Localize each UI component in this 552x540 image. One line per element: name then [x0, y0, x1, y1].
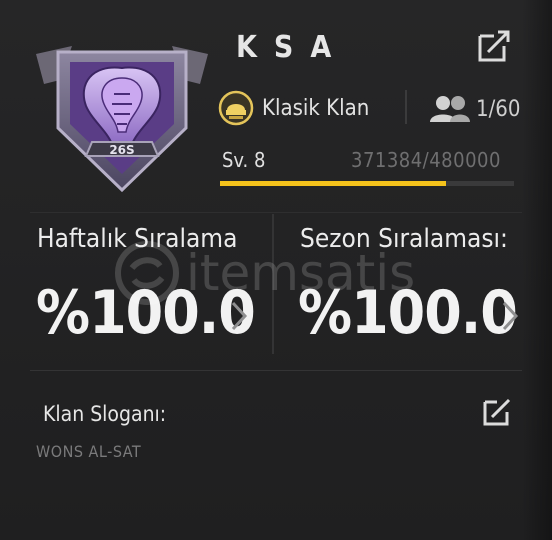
edit-clan-button[interactable]	[474, 28, 512, 66]
watermark-logo-icon	[115, 241, 179, 305]
watermark-text: itemsatis	[186, 244, 416, 302]
header-divider	[405, 90, 407, 124]
xp-progress-bar	[220, 181, 514, 186]
slogan-title: Klan Sloganı:	[43, 402, 167, 426]
clan-name: KSA	[236, 30, 349, 65]
clan-members: 1/60	[428, 92, 520, 126]
clan-type: Klasik Klan	[218, 88, 369, 128]
members-icon	[430, 96, 470, 122]
edit-slogan-button[interactable]	[480, 395, 514, 429]
watermark: itemsatis	[114, 238, 434, 308]
season-ranking-chevron[interactable]	[500, 300, 520, 332]
section-divider-top	[30, 212, 522, 213]
clan-emblem[interactable]: 26S	[34, 44, 210, 194]
edit-icon	[478, 30, 510, 62]
section-divider-mid	[30, 370, 522, 371]
helmet-badge-icon	[218, 90, 254, 126]
clan-type-label: Klasik Klan	[262, 95, 370, 121]
chevron-right-icon	[502, 301, 519, 331]
panel-edge-shade	[522, 0, 552, 540]
members-count: 1/60	[476, 96, 521, 122]
edit-icon	[483, 398, 511, 426]
clan-level: Sv. 8	[222, 148, 266, 172]
svg-text:26S: 26S	[109, 143, 134, 157]
clan-xp: 371384/480000	[351, 148, 501, 172]
slogan-text: WONS AL-SAT	[36, 442, 142, 461]
cobra-emblem-icon: 26S	[36, 46, 208, 193]
xp-progress-fill	[220, 181, 447, 186]
